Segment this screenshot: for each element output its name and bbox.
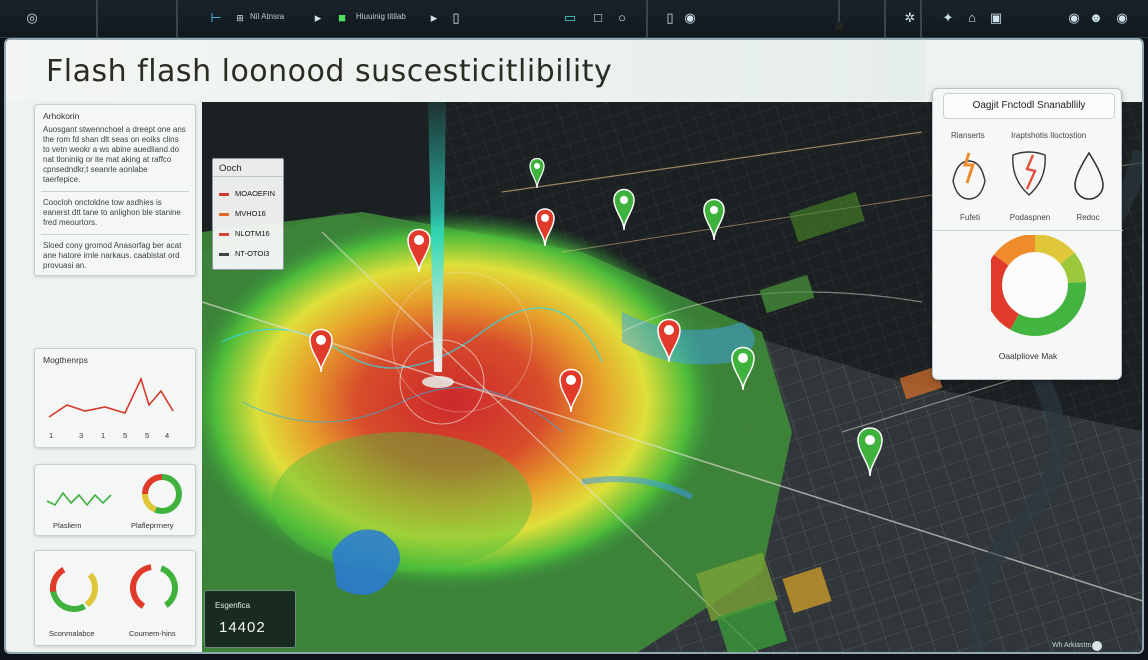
legend-row: MOAOEFIN [219, 189, 275, 198]
info-icon[interactable] [1092, 641, 1102, 651]
donut-hole [1003, 253, 1067, 317]
trend-tick: 5 [123, 431, 128, 440]
sparkline [46, 491, 112, 507]
home-icon[interactable]: ⌂ [964, 10, 980, 26]
risk-donut-chart [991, 235, 1086, 336]
settings-icon[interactable]: ✲ [902, 10, 918, 26]
user-icon[interactable]: ☻ [1088, 10, 1104, 26]
toolbar-label: Nil Atnsra [250, 12, 285, 21]
hanging-cable [881, 0, 889, 46]
legend-swatch [219, 212, 229, 216]
play-icon[interactable]: ▸ [310, 10, 326, 26]
divider [41, 234, 189, 235]
stat-value: 14402 [219, 619, 266, 636]
legend-row: MVHO16 [219, 209, 266, 218]
info-paragraph: Sloed cony gromod Anasorfag ber acat ane… [43, 241, 182, 270]
next-icon[interactable]: ▸ [426, 10, 442, 26]
legend-swatch [219, 232, 229, 236]
divider [41, 191, 189, 192]
legend-swatch [219, 192, 229, 196]
tablet-icon[interactable]: ▯ [662, 10, 678, 26]
record-icon[interactable]: ◉ [1066, 10, 1082, 26]
circle-icon[interactable]: ○ [614, 10, 630, 26]
legend-label: MVHO16 [235, 209, 266, 218]
trend-tick: 1 [49, 431, 54, 440]
globe-icon[interactable]: ◉ [682, 10, 698, 26]
star-icon[interactable]: ✦ [940, 10, 956, 26]
risk-factor-panel: Oagjit Fnctodl Snanabllily Rianserts Ira… [932, 88, 1123, 380]
target-icon[interactable]: ◎ [24, 10, 40, 26]
metric-label: Plafleprrnery [131, 521, 174, 530]
trend-heading: Mogthenrps [43, 355, 88, 365]
title-bar: Flash flash loonood suscesticitlibility [6, 40, 926, 100]
donut-chart-left [50, 564, 98, 612]
donut-chart-right [130, 564, 178, 612]
legend-title: Ooch [213, 159, 283, 177]
power-icon[interactable]: ◉ [1114, 10, 1130, 26]
factor-label: Redoc [1076, 213, 1100, 222]
summary-label: Sconmalabce [49, 629, 95, 638]
grid-icon[interactable]: ⊞ [232, 10, 248, 26]
legend-label: MOAOEFIN [235, 189, 276, 198]
info-panel: Arhokorin Auosgant stwennchoel a dreept … [34, 104, 196, 276]
footer-text: Wh Arkiastm [1052, 642, 1092, 649]
top-toolbar: ◎ ⊢ ⊞ Nil Atnsra ▸ ■ Hiuuinig titilab ▸ … [0, 0, 1148, 50]
drop-icon [1074, 151, 1104, 200]
trend-chart [48, 376, 174, 418]
factor-label: Fufeti [959, 213, 980, 222]
panel-icon[interactable]: ▯ [448, 10, 464, 26]
flame-icon [952, 152, 986, 200]
stat-card: Esgenfica 14402 [204, 590, 296, 648]
trend-tick: 4 [165, 431, 170, 440]
play-marker-icon[interactable]: ⊢ [208, 10, 224, 26]
donut-label: Oaalpliove Mak [998, 351, 1058, 361]
page-title: Flash flash loonood suscesticitlibility [46, 54, 613, 89]
trend-tick: 3 [79, 431, 84, 440]
legend-label: NLOTM16 [235, 229, 270, 238]
app-window: Flash flash loonood suscesticitlibility [4, 38, 1144, 654]
trend-panel: Mogthenrps 1 3 1 5 5 4 [34, 348, 196, 448]
legend-label: NT-OTOI3 [235, 249, 270, 258]
legend-row: NLOTM16 [219, 229, 270, 238]
info-paragraph: Coocloh onctoldne tow asdhies is eanerst… [43, 198, 181, 227]
panel-subheading: Rianserts [951, 131, 985, 140]
hanging-cable [173, 0, 181, 46]
toolbar-title: Hiuuinig titilab [356, 12, 406, 21]
panel-subheading: Iraptshotis Iloctostion [1011, 131, 1087, 140]
trend-tick: 5 [145, 431, 150, 440]
tray-icon[interactable]: ▭ [562, 10, 578, 26]
legend-panel: Ooch MOAOEFIN MVHO16 NLOTM16 NT-OTOI3 [212, 158, 284, 270]
hanging-cable [835, 0, 843, 30]
display-icon[interactable]: ▣ [988, 10, 1004, 26]
sparkline-chart [46, 491, 112, 507]
info-paragraph: Auosgant stwennchoel a dreept one ans th… [43, 125, 186, 184]
summary-label: Coumem-hins [129, 629, 176, 638]
legend-row: NT-OTOI3 [219, 249, 269, 258]
factor-label: Podaspnen [1009, 213, 1051, 222]
hanging-cable [93, 0, 101, 46]
info-heading: Arhokorin [43, 111, 80, 121]
status-light-icon: ■ [338, 10, 346, 25]
stat-label: Esgenfica [215, 601, 251, 610]
shield-crack-icon [1012, 151, 1046, 196]
trend-tick: 1 [101, 431, 106, 440]
trend-line [48, 376, 174, 418]
legend-swatch [219, 252, 229, 256]
metrics-panel: Plasliem Plafleprrnery [34, 464, 196, 536]
metric-label: Plasliem [53, 521, 82, 530]
mini-donut-chart [142, 474, 182, 514]
window-icon[interactable]: □ [590, 10, 606, 26]
summary-panel: Sconmalabce Coumem-hins [34, 550, 196, 646]
panel-title: Oagjit Fnctodl Snanabllily [943, 93, 1115, 119]
